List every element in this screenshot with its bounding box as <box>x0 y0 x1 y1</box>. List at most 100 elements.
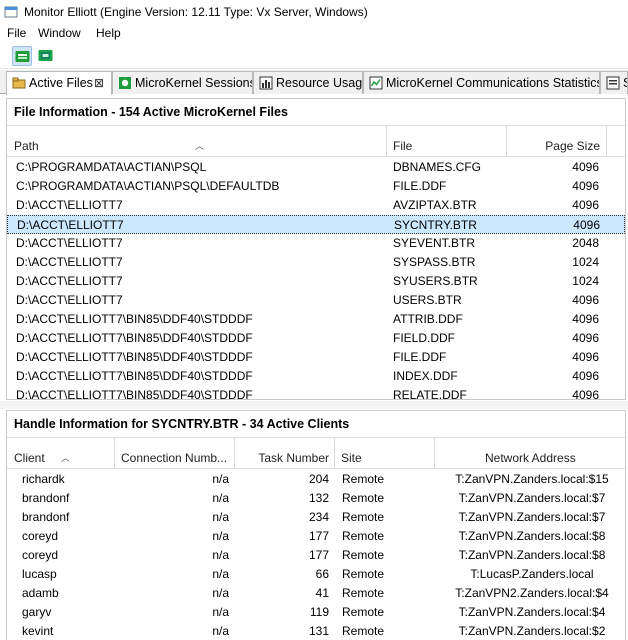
cell-file: USERS.BTR <box>393 293 462 307</box>
cell-page-size: 4096 <box>572 198 599 212</box>
cell-file: DBNAMES.CFG <box>393 160 482 174</box>
cell-client: brandonf <box>22 491 70 505</box>
cell-task-number: 234 <box>308 510 329 524</box>
cell-task-number: 177 <box>308 529 329 543</box>
cell-site: Remote <box>342 491 385 505</box>
cell-network-address: T:ZanVPN2.Zanders.local:$4 <box>455 586 609 600</box>
cell-network-address: T:ZanVPN.Zanders.local:$7 <box>458 510 606 524</box>
tab-microkernel-sessions[interactable]: MicroKernel Sessions <box>112 71 253 94</box>
cell-connection-number: n/a <box>212 510 229 524</box>
cell-site: Remote <box>342 605 385 619</box>
table-row[interactable]: D:\ACCT\ELLIOTT7\BIN85\DDF40\STDDDF INDEX… <box>7 367 625 386</box>
column-header-path[interactable]: ︿ Path <box>7 126 387 157</box>
cell-client: kevint <box>22 624 54 638</box>
cell-connection-number: n/a <box>212 624 229 638</box>
cell-path: C:\PROGRAMDATA\ACTIAN\PSQL\DEFAULTDB <box>16 179 280 193</box>
table-row[interactable]: coreyd n/a 177 Remote T:ZanVPN.Zanders.local… <box>7 527 625 546</box>
menu-window[interactable]: Window <box>38 26 81 40</box>
title-bar: Monitor Elliott (Engine Version: 12.11 T… <box>0 0 628 24</box>
cell-client: richardk <box>22 472 65 486</box>
menu-help[interactable]: Help <box>96 26 121 40</box>
cell-network-address: T:ZanVPN.Zanders.local:$8 <box>458 529 606 543</box>
cell-file: AVZIPTAX.BTR <box>393 198 477 212</box>
tab-overflow[interactable]: S <box>600 71 628 94</box>
table-row[interactable]: D:\ACCT\ELLIOTT7 USERS.BTR 4096 <box>7 291 625 310</box>
cell-connection-number: n/a <box>212 548 229 562</box>
window-title: Monitor Elliott (Engine Version: 12.11 T… <box>24 5 368 19</box>
table-row[interactable]: richardk n/a 204 Remote T:ZanVPN.Zanders.loc… <box>7 470 625 489</box>
cell-client: garyv <box>22 605 52 619</box>
table-row[interactable]: C:\PROGRAMDATA\ACTIAN\PSQL\DEFAULTDB FILE… <box>7 177 625 196</box>
cell-file: SYUSERS.BTR <box>393 274 478 288</box>
column-header-site[interactable]: Site <box>335 438 435 469</box>
cell-path: D:\ACCT\ELLIOTT7\BIN85\DDF40\STDDDF <box>16 350 253 364</box>
cell-connection-number: n/a <box>212 491 229 505</box>
bar-chart-icon <box>259 76 273 90</box>
table-row[interactable]: C:\PROGRAMDATA\ACTIAN\PSQL DBNAMES.CFG 409… <box>7 158 625 177</box>
toolbar <box>0 43 628 69</box>
column-header-file[interactable]: File <box>387 126 507 157</box>
tab-label: S <box>623 76 627 90</box>
table-row[interactable]: D:\ACCT\ELLIOTT7 SYCNTRY.BTR 4096 <box>7 215 625 234</box>
cell-client: brandonf <box>22 510 70 524</box>
file-table-header: ︿ Path File Page Size <box>7 125 625 157</box>
panel-splitter[interactable] <box>0 401 628 409</box>
cell-path: D:\ACCT\ELLIOTT7\BIN85\DDF40\STDDDF <box>16 369 253 383</box>
cell-page-size: 4096 <box>572 312 599 326</box>
refresh-button[interactable] <box>12 46 32 66</box>
column-header-connection-number[interactable]: Connection Numb... <box>115 438 235 469</box>
cell-network-address: T:ZanVPN.Zanders.local:$2 <box>458 624 606 638</box>
table-row[interactable]: brandonf n/a 234 Remote T:ZanVPN.Zanders.loc… <box>7 508 625 527</box>
tab-communications-statistics[interactable]: MicroKernel Communications Statistics <box>363 71 600 94</box>
table-row[interactable]: D:\ACCT\ELLIOTT7\BIN85\DDF40\STDDDF FILE.… <box>7 348 625 367</box>
tab-label: Resource Usage <box>276 76 363 90</box>
cell-file: FIELD.DDF <box>393 331 456 345</box>
handle-information-title: Handle Information for SYCNTRY.BTR - 34 … <box>14 417 350 431</box>
table-row[interactable]: D:\ACCT\ELLIOTT7 SYUSERS.BTR 1024 <box>7 272 625 291</box>
stats-icon <box>606 76 620 90</box>
table-row[interactable]: D:\ACCT\ELLIOTT7 SYEVENT.BTR 2048 <box>7 234 625 253</box>
refresh-green-icon <box>15 51 30 62</box>
table-row[interactable]: D:\ACCT\ELLIOTT7\BIN85\DDF40\STDDDF ATTRI… <box>7 310 625 329</box>
cell-site: Remote <box>342 472 385 486</box>
cell-task-number: 41 <box>315 586 329 600</box>
column-header-client[interactable]: ︿ Client <box>7 438 115 469</box>
column-header-task-number[interactable]: Task Number <box>235 438 335 469</box>
tab-label: MicroKernel Sessions <box>135 76 253 90</box>
table-row[interactable]: garyv n/a 119 Remote T:ZanVPN.Zanders.local:… <box>7 603 625 622</box>
table-row[interactable]: lucasp n/a 66 Remote T:LucasP.Zanders.local <box>7 565 625 584</box>
table-row[interactable]: adamb n/a 41 Remote T:ZanVPN2.Zanders.local:… <box>7 584 625 603</box>
table-row[interactable]: kevint n/a 131 Remote T:ZanVPN.Zanders.local… <box>7 622 625 640</box>
cell-page-size: 4096 <box>572 369 599 383</box>
cell-task-number: 177 <box>308 548 329 562</box>
column-header-page-size[interactable]: Page Size <box>507 126 607 157</box>
refresh-alt-button[interactable] <box>36 46 56 66</box>
cell-page-size: 2048 <box>572 236 599 250</box>
cell-task-number: 132 <box>308 491 329 505</box>
tab-active-files[interactable]: Active Files ⊠ <box>6 71 112 95</box>
cell-task-number: 204 <box>308 472 329 486</box>
table-row[interactable]: brandonf n/a 132 Remote T:ZanVPN.Zanders.loc… <box>7 489 625 508</box>
close-icon[interactable]: ⊠ <box>94 76 104 90</box>
cell-path: D:\ACCT\ELLIOTT7 <box>16 293 123 307</box>
column-header-network-address[interactable]: Network Address <box>435 438 627 469</box>
cell-page-size: 4096 <box>572 179 599 193</box>
table-row[interactable]: D:\ACCT\ELLIOTT7 AVZIPTAX.BTR 4096 <box>7 196 625 215</box>
cell-page-size: 4096 <box>572 293 599 307</box>
cell-path: C:\PROGRAMDATA\ACTIAN\PSQL <box>16 160 207 174</box>
menu-file[interactable]: File <box>7 26 26 40</box>
cell-page-size: 1024 <box>572 255 599 269</box>
tab-label: Active Files <box>29 76 93 90</box>
table-row[interactable]: D:\ACCT\ELLIOTT7 SYSPASS.BTR 1024 <box>7 253 625 272</box>
cell-task-number: 131 <box>308 624 329 638</box>
sort-ascending-icon: ︿ <box>195 141 205 151</box>
cell-file: SYSPASS.BTR <box>393 255 476 269</box>
cell-network-address: T:ZanVPN.Zanders.local:$7 <box>458 491 606 505</box>
table-row[interactable]: coreyd n/a 177 Remote T:ZanVPN.Zanders.local… <box>7 546 625 565</box>
tab-resource-usage[interactable]: Resource Usage <box>253 71 363 94</box>
cell-path: D:\ACCT\ELLIOTT7\BIN85\DDF40\STDDDF <box>16 388 253 402</box>
cell-task-number: 119 <box>309 605 329 619</box>
table-row[interactable]: D:\ACCT\ELLIOTT7\BIN85\DDF40\STDDDF FIELD… <box>7 329 625 348</box>
file-information-panel: File Information - 154 Active MicroKerne… <box>6 98 626 402</box>
active-files-icon <box>12 77 26 89</box>
